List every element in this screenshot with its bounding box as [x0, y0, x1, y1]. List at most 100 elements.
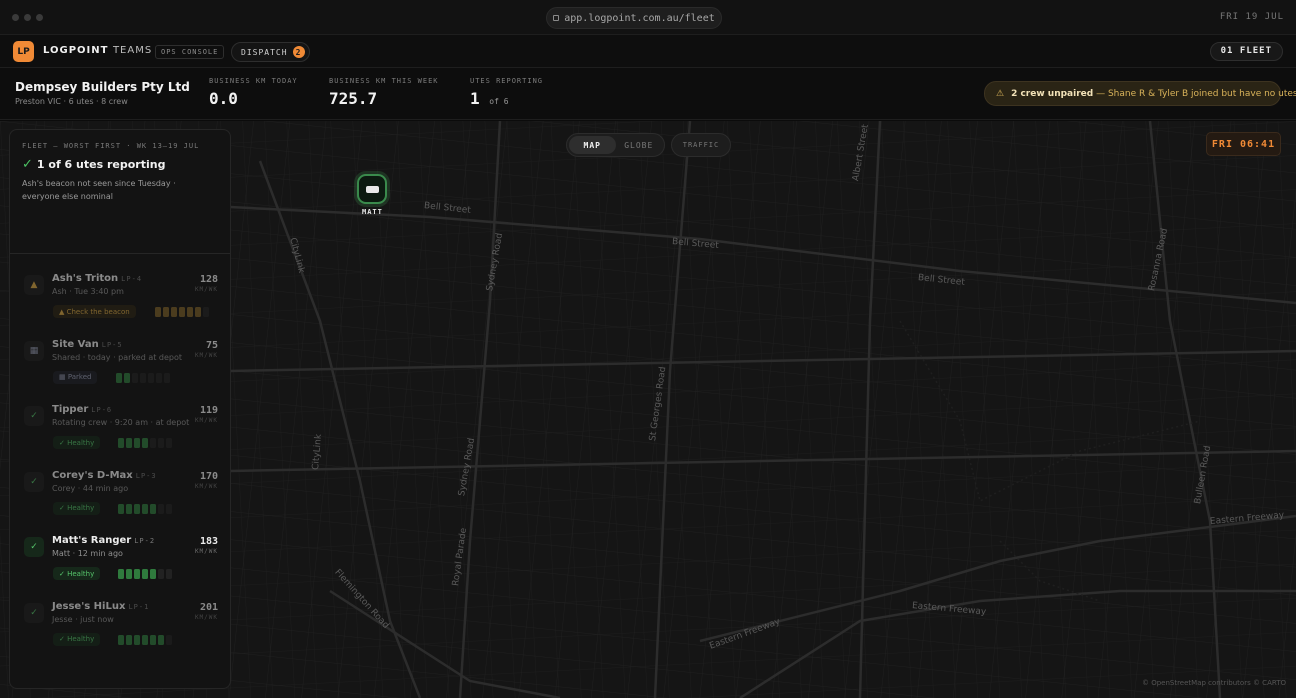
ute-status-badge: ▦ Parked — [53, 370, 98, 384]
stat-value: 1 of 6 — [470, 89, 543, 108]
activity-bar — [166, 634, 172, 645]
activity-bars — [155, 307, 209, 317]
stat-utes-reporting: UTES REPORTING 1 of 6 — [470, 77, 543, 108]
fleet-panel-title: ✓ 1 of 6 utes reporting — [22, 157, 218, 172]
activity-bar — [116, 372, 122, 383]
ute-km: 128 KM/WK — [195, 274, 218, 293]
ute-status-badge: ▲ Check the beacon — [53, 305, 136, 318]
logo[interactable]: LP — [13, 41, 34, 62]
ute-km-value: 183 — [199, 536, 218, 547]
activity-bar — [150, 438, 156, 448]
ute-row[interactable]: ▲ Ash's Triton LP-4 Ash · Tue 3:40 pm 128 KM/… — [10, 263, 230, 328]
ute-name: Matt's Ranger LP-2 — [52, 535, 155, 546]
ute-row[interactable]: ▦ Site Van LP-5 Shared · today · parked at … — [10, 329, 230, 394]
window-close-dot[interactable] — [12, 14, 19, 21]
activity-bar — [134, 569, 140, 579]
activity-bar — [195, 307, 201, 317]
utes-reporting-count: 1 — [470, 89, 480, 108]
ute-km-unit: KM/WK — [194, 548, 218, 555]
ute-last-seen: Corey · 44 min ago — [52, 483, 129, 493]
ute-km: 75 KM/WK — [195, 340, 218, 359]
fleet-panel: FLEET — WORST FIRST · WK 13–19 JUL ✓ 1 o… — [9, 129, 231, 689]
stat-label: BUSINESS KM THIS WEEK — [329, 77, 439, 85]
activity-bar — [126, 503, 132, 514]
check-icon: ✓ — [24, 537, 44, 557]
stat-km-today: BUSINESS KM TODAY 0.0 — [209, 77, 298, 108]
ute-status-badge: ✓ Healthy — [53, 501, 101, 515]
traffic-toggle[interactable]: TRAFFIC — [671, 133, 731, 157]
ute-km-value: 201 — [199, 601, 218, 613]
activity-bar — [203, 307, 209, 317]
vehicle-marker[interactable] — [357, 174, 387, 204]
address-url: app.logpoint.com.au/fleet — [564, 12, 715, 24]
dispatch-button[interactable]: DISPATCH 2 — [231, 42, 310, 62]
ute-km-value: 119 — [199, 405, 218, 416]
ute-km: 201 KM/WK — [195, 602, 218, 621]
alert-detail: — Shane R & Tyler B joined but have no u… — [1096, 88, 1296, 99]
dispatch-count-badge: 2 — [292, 46, 305, 58]
stat-km-week: BUSINESS KM THIS WEEK 725.7 — [329, 77, 439, 108]
activity-bar — [163, 307, 169, 317]
ute-name-text: Matt's Ranger — [52, 535, 132, 546]
activity-bars — [118, 438, 172, 448]
activity-bar — [187, 307, 193, 317]
window-minimize-dot[interactable] — [24, 14, 31, 21]
ute-km-value: 128 — [199, 274, 218, 285]
window-zoom-dot[interactable] — [36, 14, 43, 21]
activity-bar — [150, 503, 156, 514]
ute-last-seen: Shared · today · parked at depot — [52, 352, 183, 362]
ute-km-unit: KM/WK — [194, 286, 218, 293]
ute-row[interactable]: ✓ Jesse's HiLux LP-1 Jesse · just now 201 KM/… — [10, 591, 230, 656]
map-attribution[interactable]: © OpenStreetMap contributors © CARTO — [1142, 679, 1286, 687]
activity-bar — [124, 372, 130, 383]
activity-bar — [150, 634, 156, 645]
app-header: LP LOGPOINT TEAMS OPS CONSOLE DISPATCH 2… — [0, 35, 1296, 68]
activity-bar — [179, 307, 185, 317]
stat-label: UTES REPORTING — [470, 77, 544, 85]
car-icon — [365, 185, 379, 193]
ute-last-seen: Matt · 12 min ago — [52, 549, 123, 558]
fleet-selector[interactable]: 01 FLEET — [1209, 42, 1283, 61]
ute-row[interactable]: ✓ Tipper LP-6 Rotating crew · 9:20 am · at … — [10, 394, 230, 459]
ute-km: 170 KM/WK — [195, 471, 218, 490]
ute-row[interactable]: ✓ Corey's D-Max LP-3 Corey · 44 min ago 170 K… — [10, 460, 230, 525]
address-bar[interactable]: app.logpoint.com.au/fleet — [546, 7, 722, 29]
ute-name-text: Jesse's HiLux — [52, 600, 126, 612]
fleet-panel-eyebrow: FLEET — WORST FIRST · WK 13–19 JUL — [22, 142, 200, 150]
ute-km: 183 KM/WK — [195, 536, 218, 555]
activity-bar — [158, 634, 164, 645]
unpaired-crew-alert[interactable]: ⚠ 2 crew unpaired — Shane R & Tyler B jo… — [984, 81, 1296, 106]
ute-last-seen: Ash · Tue 3:40 pm — [52, 287, 124, 296]
activity-bar — [142, 634, 148, 645]
stat-label: BUSINESS KM TODAY — [209, 77, 298, 85]
ute-km-value: 75 — [205, 339, 218, 351]
summary-strip: Dempsey Builders Pty Ltd Preston VIC · 6… — [0, 68, 1296, 120]
fleet-panel-header: FLEET — WORST FIRST · WK 13–19 JUL ✓ 1 o… — [10, 130, 230, 254]
activity-bar — [158, 438, 164, 448]
lock-icon — [553, 15, 560, 21]
ute-reg: LP-5 — [101, 340, 123, 349]
stat-value: 0.0 — [209, 89, 238, 108]
map-view-option[interactable]: MAP — [569, 136, 616, 154]
activity-bar — [126, 569, 132, 579]
ute-reg: LP-3 — [135, 471, 157, 480]
ute-name: Tipper LP-6 — [52, 404, 112, 415]
ute-status-badge: ✓ Healthy — [53, 567, 101, 580]
ute-name-text: Corey's D-Max — [52, 469, 133, 481]
ute-km-unit: KM/WK — [194, 351, 218, 359]
warning-icon: ⚠ — [996, 88, 1005, 99]
company-name: Dempsey Builders Pty Ltd — [15, 80, 190, 94]
ute-reg: LP-6 — [91, 406, 113, 414]
activity-bar — [142, 569, 148, 579]
warning-icon: ▲ — [24, 275, 44, 295]
activity-bar — [134, 503, 140, 514]
activity-bar — [150, 569, 156, 579]
app-name: LOGPOINT TEAMS — [43, 45, 152, 56]
globe-view-option[interactable]: GLOBE — [616, 136, 663, 154]
ute-row[interactable]: ✓ Matt's Ranger LP-2 Matt · 12 min ago 183 KM… — [10, 525, 230, 590]
ute-km-unit: KM/WK — [194, 613, 218, 621]
ute-reg: LP-4 — [121, 275, 143, 283]
ute-name: Site Van LP-5 — [52, 339, 123, 350]
brand-suffix: TEAMS — [112, 45, 153, 56]
activity-bar — [164, 372, 170, 383]
